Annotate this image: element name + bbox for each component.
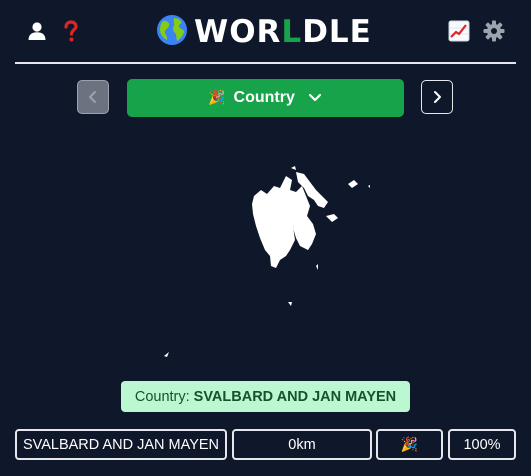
chevron-down-icon — [308, 93, 321, 102]
gear-icon[interactable] — [481, 18, 507, 44]
app-logo: WORLDLE — [156, 12, 372, 52]
guess-country-name: SVALBARD AND JAN MAYEN — [15, 429, 227, 460]
header: WORLDLE — [15, 0, 516, 64]
answer-country-name: SVALBARD AND JAN MAYEN — [193, 388, 397, 405]
user-icon[interactable] — [24, 18, 50, 44]
guess-distance: 0km — [232, 429, 372, 460]
guess-proximity: 100% — [448, 429, 516, 460]
previous-round-button[interactable] — [77, 80, 109, 114]
next-round-button[interactable] — [421, 80, 453, 114]
globe-icon — [156, 14, 188, 50]
answer-prefix: Country: — [134, 388, 190, 405]
chevron-right-icon — [434, 91, 441, 103]
guess-direction: 🎉 — [376, 429, 443, 460]
answer-badge: Country: SVALBARD AND JAN MAYEN — [121, 381, 410, 412]
chevron-left-icon — [89, 91, 96, 103]
stats-chart-icon[interactable] — [446, 18, 472, 44]
party-popper-icon: 🎉 — [400, 436, 419, 452]
round-type-label: Country — [233, 89, 295, 106]
round-type-dropdown[interactable]: 🎉 Country — [127, 79, 404, 117]
party-popper-icon: 🎉 — [208, 90, 226, 106]
help-icon[interactable] — [58, 18, 84, 44]
logo-text: WORLDLE — [194, 14, 372, 50]
country-silhouette — [130, 160, 400, 370]
